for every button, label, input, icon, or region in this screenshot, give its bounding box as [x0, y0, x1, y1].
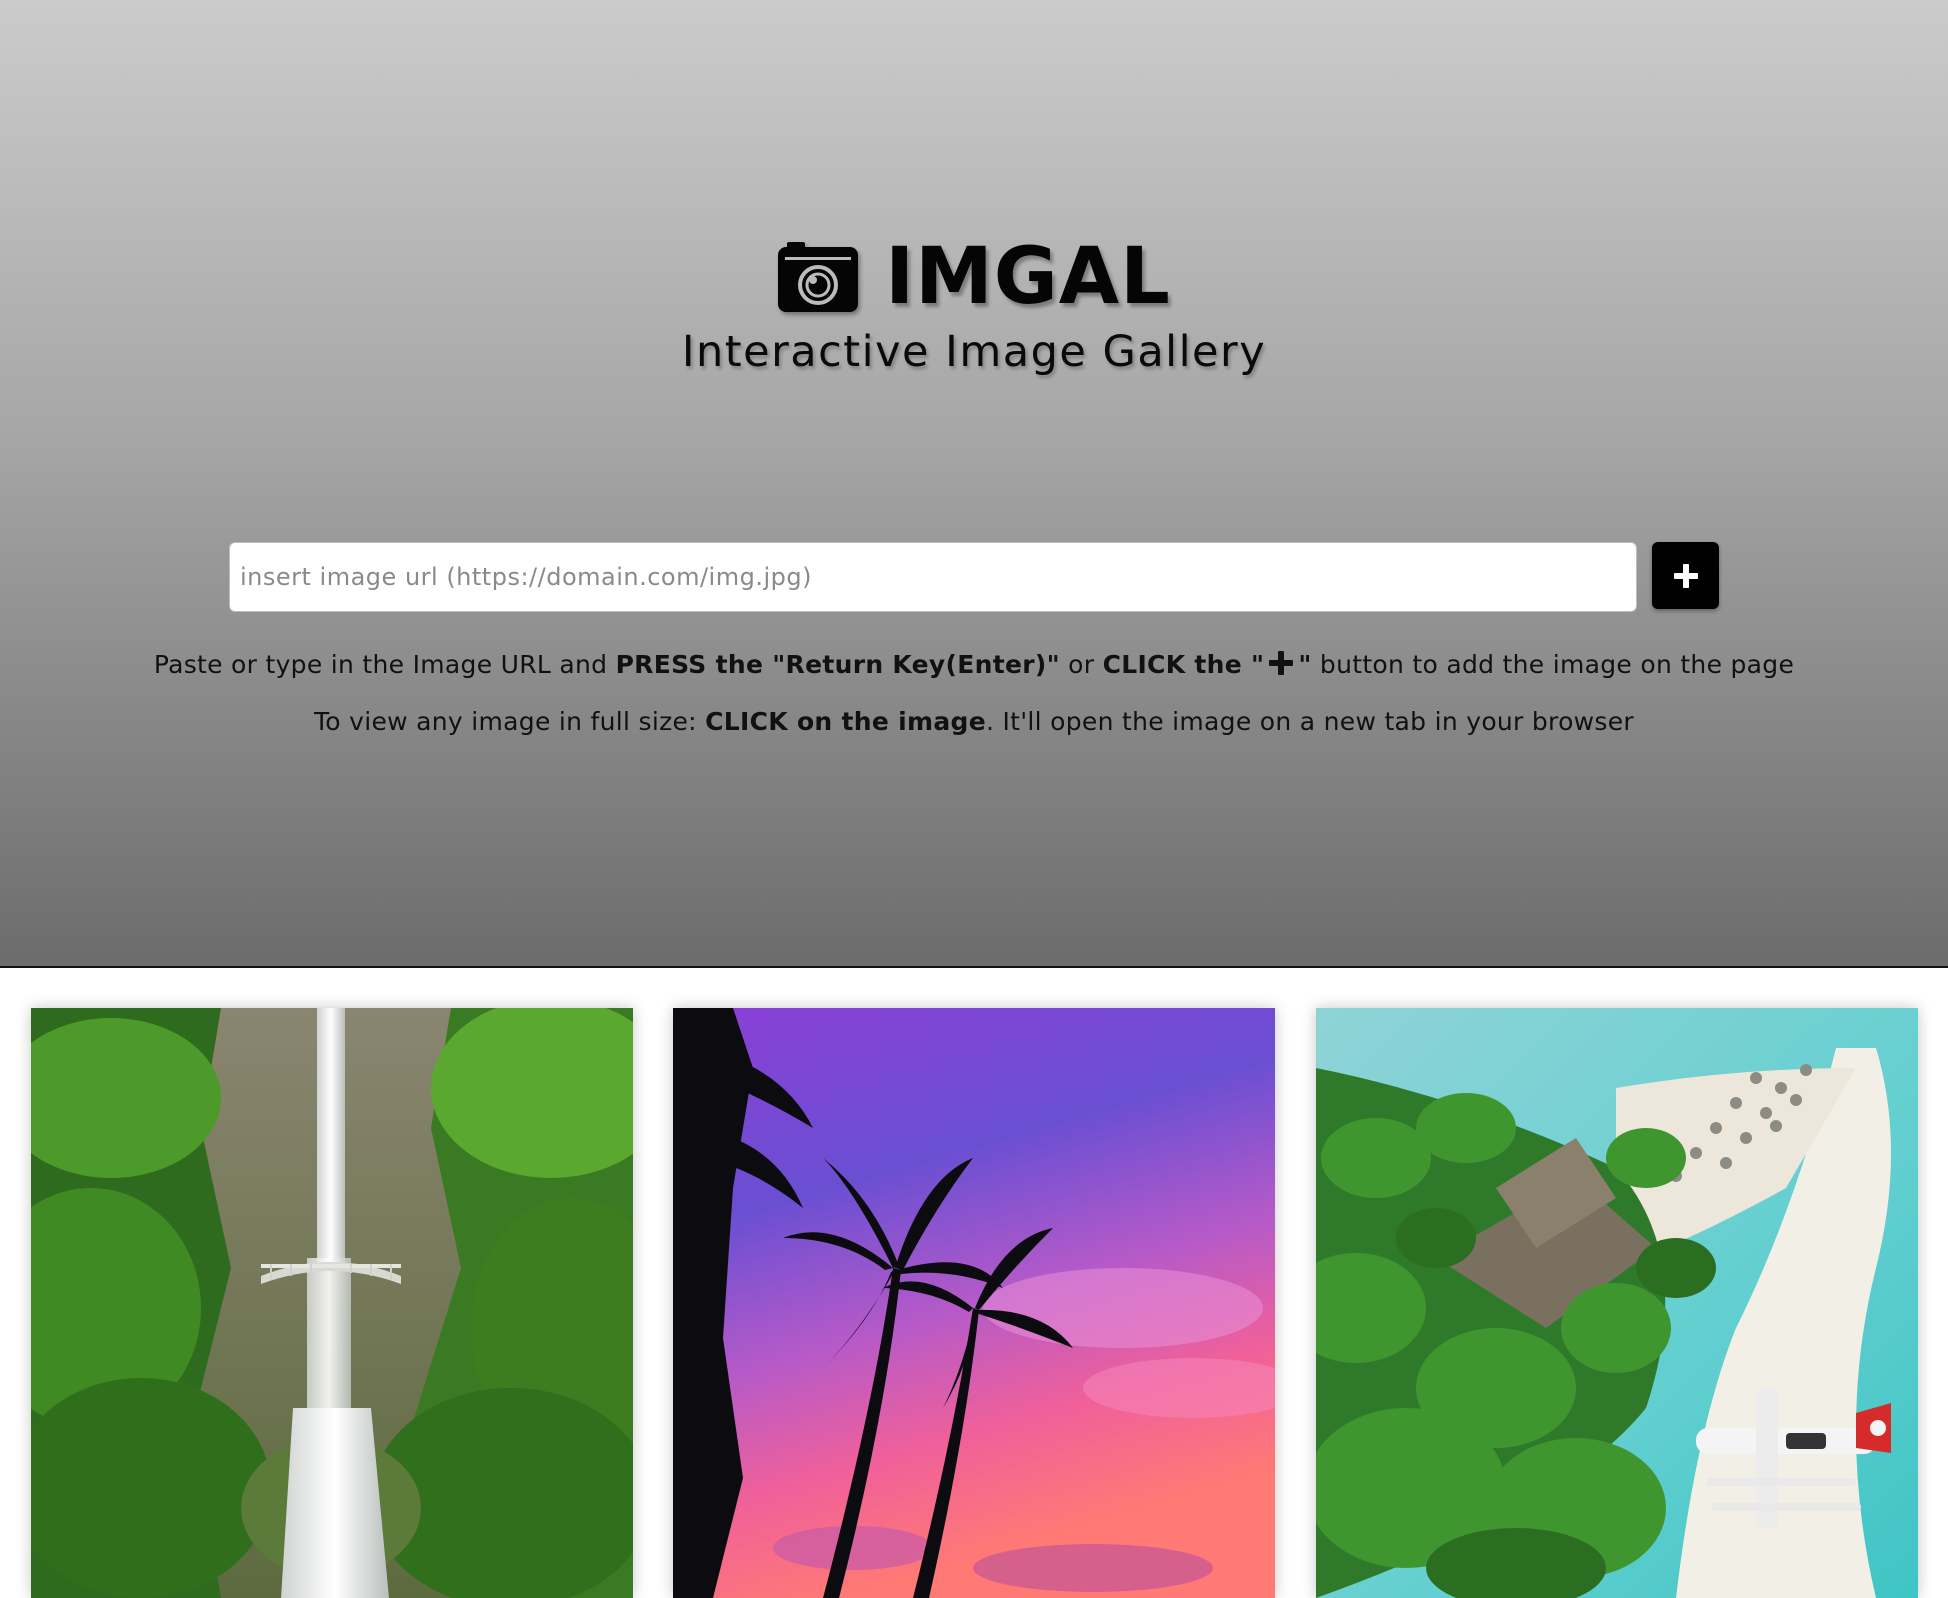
plus-icon: [1268, 650, 1294, 682]
instruction-text: . It'll open the image on a new tab in y…: [985, 707, 1635, 736]
app-subtitle: Interactive Image Gallery: [681, 327, 1267, 377]
plus-icon: [1673, 563, 1698, 588]
waterfall-with-bridge-photo: [31, 1008, 633, 1598]
add-image-button[interactable]: [1652, 542, 1719, 609]
palm-trees-sunset-photo: [673, 1008, 1275, 1598]
instruction-add-image: Paste or type in the Image URL and PRESS…: [0, 650, 1948, 682]
instruction-text: or: [1059, 650, 1103, 679]
tropical-beach-seaplane-photo: [1316, 1008, 1918, 1598]
camera-icon: [778, 242, 859, 312]
instruction-bold-enter: PRESS the "Return Key(Enter)": [615, 650, 1060, 679]
instruction-bold-click-end: ": [1298, 650, 1312, 679]
app-title: IMGAL: [885, 232, 1171, 322]
instruction-text: Paste or type in the Image URL and: [153, 650, 616, 679]
instruction-bold-click-start: CLICK the ": [1102, 650, 1265, 679]
gallery-image-palms[interactable]: [673, 1008, 1275, 1598]
hero-header: IMGAL Interactive Image Gallery Paste or…: [0, 0, 1948, 968]
instruction-text: To view any image in full size:: [313, 707, 706, 736]
instruction-text: button to add the image on the page: [1311, 650, 1795, 679]
gallery-image-beach[interactable]: [1316, 1008, 1918, 1598]
image-url-input[interactable]: [229, 542, 1637, 612]
image-gallery: [0, 1008, 1948, 1598]
instruction-view-image: To view any image in full size: CLICK on…: [0, 707, 1948, 736]
instruction-bold-click-image: CLICK on the image: [705, 707, 986, 736]
gallery-image-waterfall[interactable]: [31, 1008, 633, 1598]
brand: IMGAL: [0, 232, 1948, 322]
